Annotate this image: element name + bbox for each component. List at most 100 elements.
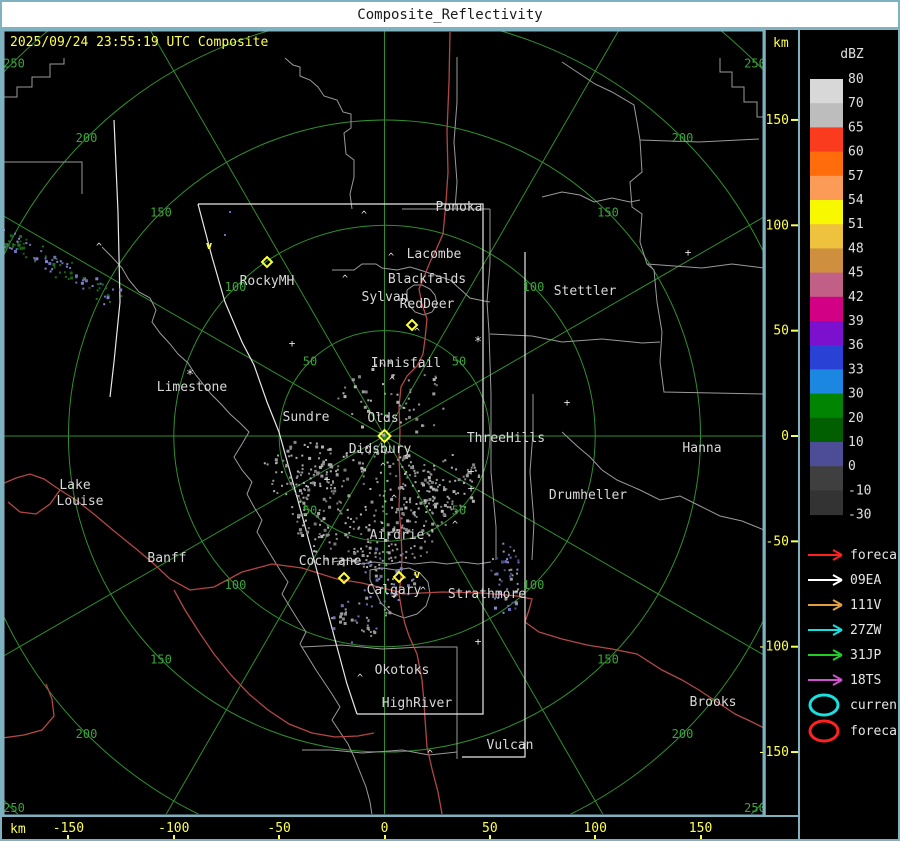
colorbar-value: 33 bbox=[848, 362, 864, 377]
bottom-axis-value-label: 100 bbox=[583, 821, 607, 836]
colorbar-value: 80 bbox=[848, 72, 864, 87]
town-marker-icon: + bbox=[289, 337, 296, 350]
legend-arrow-icon bbox=[808, 649, 843, 661]
station-diamond-icon bbox=[337, 571, 351, 585]
bottom-axis-value-label: -50 bbox=[267, 821, 291, 836]
legend-arrow-icon bbox=[808, 674, 843, 686]
ring-distance-label: 250 bbox=[3, 57, 25, 71]
colorbar-block bbox=[810, 369, 843, 395]
right-axis-tick bbox=[791, 540, 798, 543]
legend-arrow-icon bbox=[808, 624, 843, 636]
echo-cluster bbox=[490, 542, 520, 614]
app-window: Composite_Reflectivity 50 50 50 50 100 100 100… bbox=[0, 0, 900, 841]
colorbar-value: 39 bbox=[848, 314, 864, 329]
town-marker-icon: ^ bbox=[420, 586, 426, 597]
town-marker-icon: ^ bbox=[427, 749, 433, 760]
city-label: Airdrie bbox=[370, 528, 425, 543]
colorbar-block bbox=[810, 417, 843, 443]
colorbar-block bbox=[810, 151, 843, 177]
town-marker-icon: ^ bbox=[361, 210, 367, 221]
ring-distance-label: 250 bbox=[3, 801, 25, 815]
ring-distance-label: 200 bbox=[76, 727, 98, 741]
city-label: Brooks bbox=[690, 695, 737, 710]
colorbar-block bbox=[810, 175, 843, 201]
right-axis-value-label: 0 bbox=[781, 429, 789, 444]
storm-v-marker-icon: v bbox=[206, 239, 213, 252]
colorbar-block bbox=[810, 127, 843, 153]
title-bar[interactable]: Composite_Reflectivity bbox=[2, 2, 898, 30]
town-marker-icon: + bbox=[564, 396, 571, 409]
colorbar-value: 70 bbox=[848, 96, 864, 111]
town-marker-icon: * bbox=[474, 335, 482, 350]
survey-area-outline bbox=[109, 119, 121, 398]
bottom-axis-value-label: -150 bbox=[52, 821, 85, 836]
ring-distance-label: 50 bbox=[303, 355, 317, 369]
colorbar-value: 20 bbox=[848, 411, 864, 426]
city-label: Blackfalds bbox=[388, 272, 466, 287]
town-marker-icon: ^ bbox=[391, 494, 397, 505]
colorbar-legend-panel: dBZ 80 70 65 60 57 54 51 48 45 42 39 36 33 30 20 10 0 -10 -… bbox=[808, 47, 900, 743]
bottom-axis-tick bbox=[488, 835, 491, 839]
colorbar-block bbox=[810, 103, 843, 128]
colorbar-value: 54 bbox=[848, 193, 864, 208]
city-label: Lake bbox=[59, 478, 90, 493]
colorbar-block bbox=[810, 321, 843, 346]
echo-dot bbox=[224, 234, 226, 236]
county-boundary bbox=[646, 263, 763, 269]
city-label: Okotoks bbox=[375, 663, 430, 678]
town-marker-icon: + bbox=[468, 482, 475, 495]
city-label: Louise bbox=[57, 494, 104, 509]
bottom-axis-value-label: 150 bbox=[688, 821, 713, 836]
legend-item-label: 111V bbox=[850, 598, 881, 613]
echo-dot bbox=[229, 211, 231, 213]
colorbar-block bbox=[810, 272, 843, 298]
town-marker-icon: + bbox=[685, 246, 692, 259]
ring-distance-label: 200 bbox=[672, 131, 694, 145]
colorbar-block bbox=[810, 393, 843, 419]
city-label: ThreeHills bbox=[467, 431, 545, 446]
colorbar-block bbox=[810, 442, 843, 467]
legend-arrow-icon bbox=[808, 549, 843, 561]
colorbar-value: 57 bbox=[848, 169, 864, 184]
right-axis-value-label: -100 bbox=[758, 640, 789, 655]
right-axis-value-label: -150 bbox=[758, 745, 789, 760]
county-boundary bbox=[486, 209, 497, 560]
colorbar-block bbox=[810, 224, 843, 249]
colorbar-value: 10 bbox=[848, 435, 864, 450]
colorbar-block bbox=[810, 248, 843, 274]
city-label: Ponoka bbox=[436, 200, 483, 215]
county-boundary bbox=[529, 394, 535, 561]
town-marker-icon: ^ bbox=[357, 673, 363, 684]
town-marker-icon: * bbox=[186, 368, 194, 383]
legend-ellipse-icon bbox=[808, 693, 840, 717]
colorbar-value: 65 bbox=[848, 120, 864, 135]
city-label: Hanna bbox=[682, 441, 721, 456]
county-boundary bbox=[561, 431, 763, 531]
legend-item-label: current bbox=[850, 698, 900, 713]
radar-map-canvas[interactable]: 505050 50100100100 100150150150 15020020020… bbox=[2, 29, 798, 817]
town-marker-icon: ^ bbox=[96, 242, 102, 253]
colorbar-value: 51 bbox=[848, 217, 864, 232]
city-label: Drumheller bbox=[549, 488, 627, 503]
colorbar-block bbox=[810, 200, 843, 225]
colorbar-value: 0 bbox=[848, 459, 856, 474]
legend-item-label: forecast bbox=[850, 724, 900, 739]
county-boundary bbox=[284, 57, 355, 210]
county-boundary bbox=[489, 333, 661, 344]
bottom-axis-units-label: km bbox=[10, 822, 26, 837]
station-diamond-icon bbox=[392, 570, 406, 584]
county-boundary bbox=[101, 246, 373, 814]
ring-distance-label: 100 bbox=[225, 578, 247, 592]
bottom-axis: km -150 -100 -50 0 50 100 150 bbox=[2, 815, 798, 839]
colorbar-block bbox=[810, 466, 843, 491]
legend-item-label: 18TS bbox=[850, 673, 881, 688]
legend-item-label: 27ZW bbox=[850, 623, 881, 638]
ring-distance-label: 200 bbox=[76, 131, 98, 145]
bottom-axis-tick bbox=[278, 835, 281, 839]
bottom-axis-tick bbox=[67, 835, 70, 839]
right-axis-value-label: 100 bbox=[766, 218, 789, 233]
city-label: Innisfail bbox=[371, 356, 441, 371]
town-marker-icon: ^ bbox=[380, 462, 386, 473]
city-label: Banff bbox=[147, 551, 186, 566]
county-boundary bbox=[453, 57, 458, 210]
